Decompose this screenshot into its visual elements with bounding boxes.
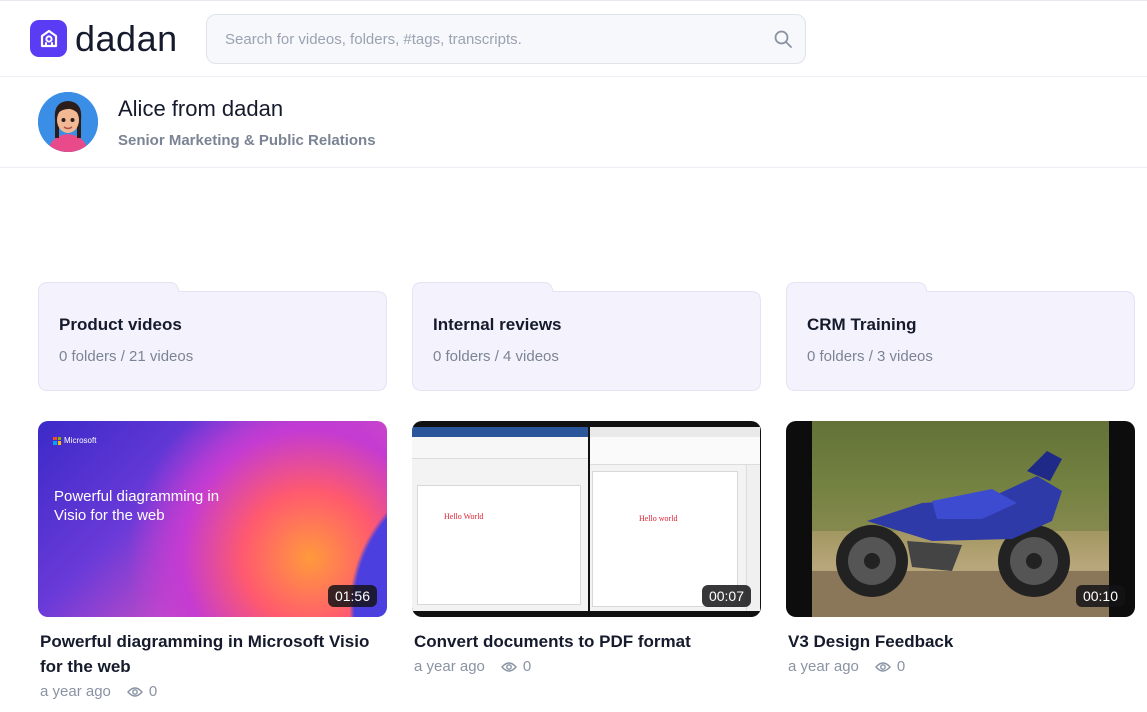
view-count: 0: [148, 683, 158, 700]
header: dadan: [0, 0, 1147, 77]
word-window: Hello World: [412, 427, 588, 611]
microsoft-logo: Microsoft: [53, 436, 96, 445]
video-title[interactable]: V3 Design Feedback: [786, 629, 1135, 654]
eye-icon: [500, 661, 517, 672]
video-thumbnail[interactable]: Microsoft Powerful diagramming in Visio …: [38, 421, 387, 617]
view-count: 0: [522, 658, 532, 675]
search-box[interactable]: [206, 14, 806, 64]
video-title[interactable]: Powerful diagramming in Microsoft Visio …: [38, 629, 387, 679]
logo-text: dadan: [75, 18, 178, 59]
video-thumbnail[interactable]: Hello World Hello world 00:07: [412, 421, 761, 617]
folder-name: Internal reviews: [433, 315, 562, 334]
video-meta: a year ago 0: [412, 658, 761, 675]
folder-icon: [38, 282, 387, 391]
avatar: [38, 92, 98, 152]
view-count: 0: [896, 658, 906, 675]
folder-card[interactable]: Internal reviews 0 folders / 4 videos: [412, 282, 761, 391]
eye-icon: [874, 661, 891, 672]
folder-name: CRM Training: [807, 315, 917, 334]
video-title[interactable]: Convert documents to PDF format: [412, 629, 761, 654]
profile-role: Senior Marketing & Public Relations: [118, 132, 376, 149]
duration-badge: 00:10: [1075, 585, 1125, 607]
motorcycle-image: [812, 421, 1109, 617]
folder-name: Product videos: [59, 315, 182, 334]
folder-card[interactable]: Product videos 0 folders / 21 videos: [38, 282, 387, 391]
thumb-text: Hello World: [444, 512, 484, 521]
thumb-brand: Microsoft: [64, 436, 97, 445]
duration-badge: 01:56: [327, 585, 377, 607]
video-card[interactable]: Microsoft Powerful diagramming in Visio …: [38, 421, 387, 700]
video-age: a year ago: [414, 658, 485, 675]
video-age: a year ago: [788, 658, 859, 675]
folder-meta: 0 folders / 21 videos: [59, 348, 194, 365]
duration-badge: 00:07: [701, 585, 751, 607]
video-card[interactable]: 00:10 V3 Design Feedback a year ago 0: [786, 421, 1135, 675]
pdf-window: Hello world: [590, 427, 760, 611]
folder-icon: [412, 282, 761, 391]
video-card[interactable]: Hello World Hello world 00:07 Convert do…: [412, 421, 761, 675]
logo[interactable]: dadan: [30, 20, 178, 57]
video-age: a year ago: [40, 683, 111, 700]
folder-meta: 0 folders / 3 videos: [807, 348, 933, 365]
folder-meta: 0 folders / 4 videos: [433, 348, 559, 365]
logo-icon: [30, 20, 67, 57]
eye-icon: [126, 686, 143, 697]
video-meta: a year ago 0: [786, 658, 1135, 675]
search-input[interactable]: [207, 15, 747, 63]
thumb-text: Hello world: [639, 514, 678, 523]
video-meta: a year ago 0: [38, 683, 387, 700]
profile-name: Alice from dadan: [118, 96, 284, 121]
folder-card[interactable]: CRM Training 0 folders / 3 videos: [786, 282, 1135, 391]
profile-banner: Alice from dadan Senior Marketing & Publ…: [0, 77, 1147, 168]
folder-icon: [786, 282, 1135, 391]
microsoft-icon: [53, 436, 61, 445]
video-thumbnail[interactable]: 00:10: [786, 421, 1135, 617]
search-icon[interactable]: [773, 29, 793, 49]
thumb-caption: Powerful diagramming in Visio for the we…: [54, 488, 220, 524]
